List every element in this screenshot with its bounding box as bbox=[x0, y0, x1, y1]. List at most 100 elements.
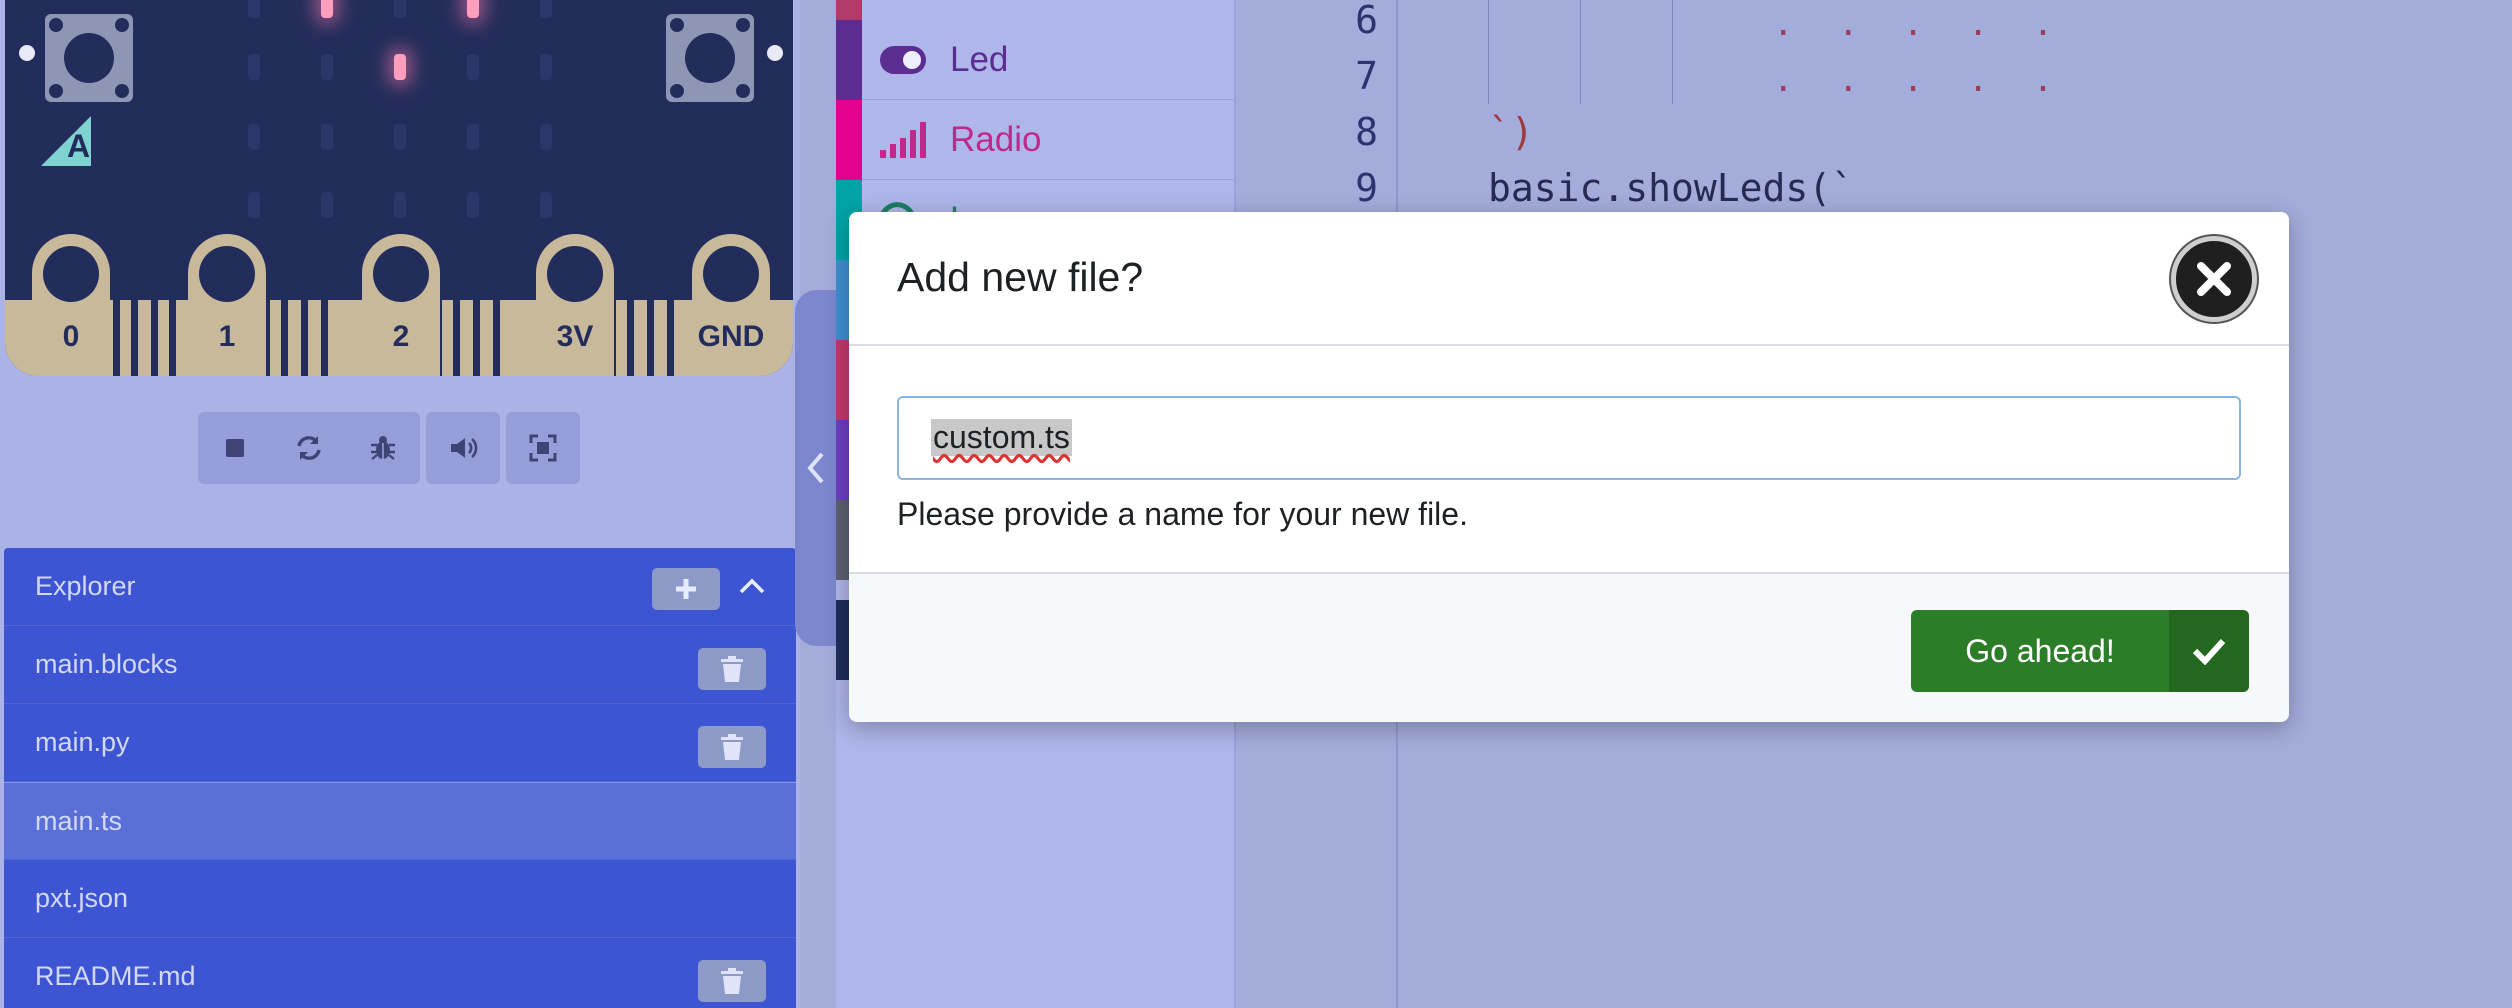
led[interactable] bbox=[467, 124, 479, 150]
edge-finger bbox=[667, 300, 674, 376]
edge-finger bbox=[493, 300, 500, 376]
chevron-up-icon bbox=[739, 578, 765, 594]
close-icon bbox=[2197, 262, 2231, 296]
led[interactable] bbox=[321, 54, 333, 80]
toggle-icon bbox=[880, 46, 926, 74]
code-string: `) bbox=[1488, 110, 1534, 154]
category-label: Radio bbox=[950, 120, 1042, 159]
simulator-pane: A 0 1 2 3V GND Explorer main.blocks main… bbox=[0, 0, 800, 1008]
button-a[interactable] bbox=[45, 14, 133, 102]
fullscreen-button[interactable] bbox=[506, 412, 580, 484]
file-explorer: Explorer main.blocks main.py main.ts pxt… bbox=[4, 548, 796, 1008]
button-b[interactable] bbox=[666, 14, 754, 102]
category-radio[interactable]: Radio bbox=[836, 100, 1236, 180]
line-number: 8 bbox=[1355, 110, 1378, 154]
file-item[interactable]: main.py bbox=[4, 704, 796, 782]
collapse-simulator-button[interactable] bbox=[795, 290, 837, 646]
go-ahead-button[interactable]: Go ahead! bbox=[1911, 610, 2249, 692]
dialog-title: Add new file? bbox=[897, 254, 1144, 300]
toolbox-stripe bbox=[836, 0, 862, 20]
led[interactable] bbox=[394, 0, 406, 18]
microbit-board[interactable]: A 0 1 2 3V GND bbox=[5, 0, 793, 376]
file-item[interactable]: main.blocks bbox=[4, 626, 796, 704]
delete-file-button[interactable] bbox=[698, 648, 766, 690]
led-row-pattern: . . . . . bbox=[1773, 4, 2066, 44]
led[interactable] bbox=[248, 0, 260, 18]
button-a-logo: A bbox=[41, 116, 91, 166]
file-item-active[interactable]: main.ts bbox=[4, 782, 796, 860]
file-item[interactable]: pxt.json bbox=[4, 860, 796, 938]
edge-finger bbox=[647, 300, 654, 376]
simulator-toolbar bbox=[198, 412, 580, 484]
led[interactable] bbox=[248, 192, 260, 218]
file-name-value: custom.ts bbox=[931, 419, 1072, 456]
pin-1[interactable]: 1 bbox=[188, 234, 266, 376]
led[interactable] bbox=[248, 54, 260, 80]
file-name-input[interactable]: custom.ts bbox=[897, 396, 2241, 480]
delete-file-button[interactable] bbox=[698, 726, 766, 768]
led[interactable] bbox=[321, 124, 333, 150]
close-dialog-button[interactable] bbox=[2171, 236, 2257, 322]
pin-gnd[interactable]: GND bbox=[692, 234, 770, 376]
led[interactable] bbox=[540, 0, 552, 18]
pin-label: 1 bbox=[218, 320, 236, 353]
led[interactable] bbox=[394, 124, 406, 150]
collapse-explorer-button[interactable] bbox=[732, 566, 772, 606]
dialog-header: Add new file? bbox=[849, 212, 2289, 346]
pin-label: GND bbox=[697, 320, 765, 353]
led[interactable] bbox=[321, 0, 333, 18]
edge-dot bbox=[767, 45, 783, 61]
pin-label: 0 bbox=[62, 320, 80, 353]
edge-finger bbox=[113, 300, 120, 376]
led[interactable] bbox=[467, 54, 479, 80]
indent-guide bbox=[1488, 0, 1489, 104]
mute-icon bbox=[451, 438, 478, 458]
led[interactable] bbox=[467, 192, 479, 218]
file-name: pxt.json bbox=[35, 883, 129, 913]
led[interactable] bbox=[540, 192, 552, 218]
led[interactable] bbox=[467, 0, 479, 18]
signal-icon bbox=[880, 122, 926, 158]
mute-button[interactable] bbox=[426, 412, 500, 484]
plus-icon bbox=[676, 579, 696, 599]
stop-icon bbox=[226, 439, 244, 457]
explorer-title: Explorer bbox=[35, 571, 136, 601]
pin-label: 2 bbox=[392, 320, 410, 353]
file-item[interactable]: README.md bbox=[4, 938, 796, 1008]
pin-2[interactable]: 2 bbox=[362, 234, 440, 376]
edge-finger bbox=[151, 300, 158, 376]
logo-letter: A bbox=[67, 128, 91, 164]
edge-finger bbox=[453, 300, 460, 376]
category-led[interactable]: Led bbox=[836, 20, 1236, 100]
code-line[interactable]: basic.showLeds(` bbox=[1488, 166, 1854, 210]
led[interactable] bbox=[540, 54, 552, 80]
led[interactable] bbox=[394, 192, 406, 218]
led[interactable] bbox=[394, 54, 406, 80]
explorer-header[interactable]: Explorer bbox=[4, 548, 796, 626]
restart-button[interactable] bbox=[272, 412, 346, 484]
pin-0[interactable]: 0 bbox=[32, 234, 110, 376]
led[interactable] bbox=[248, 124, 260, 150]
edge-finger bbox=[321, 300, 328, 376]
line-number: 9 bbox=[1355, 166, 1378, 210]
indent-guide bbox=[1672, 0, 1673, 104]
pin-3v[interactable]: 3V bbox=[536, 234, 614, 376]
stop-button[interactable] bbox=[198, 412, 272, 484]
led[interactable] bbox=[321, 192, 333, 218]
file-name: main.py bbox=[35, 727, 130, 757]
file-name: main.ts bbox=[35, 806, 123, 836]
edge-finger bbox=[169, 300, 176, 376]
edge-finger bbox=[473, 300, 480, 376]
delete-file-button[interactable] bbox=[698, 960, 766, 1002]
edge-finger bbox=[281, 300, 288, 376]
dialog-body: custom.ts Please provide a name for your… bbox=[849, 346, 2289, 574]
pin-label: 3V bbox=[556, 320, 594, 353]
led[interactable] bbox=[540, 124, 552, 150]
add-file-button[interactable] bbox=[652, 568, 720, 610]
code-line[interactable]: `) bbox=[1488, 110, 1534, 154]
debug-button[interactable] bbox=[346, 412, 420, 484]
file-name: main.blocks bbox=[35, 649, 178, 679]
edge-finger bbox=[131, 300, 138, 376]
restart-icon bbox=[297, 436, 321, 460]
go-ahead-label: Go ahead! bbox=[1965, 633, 2115, 669]
